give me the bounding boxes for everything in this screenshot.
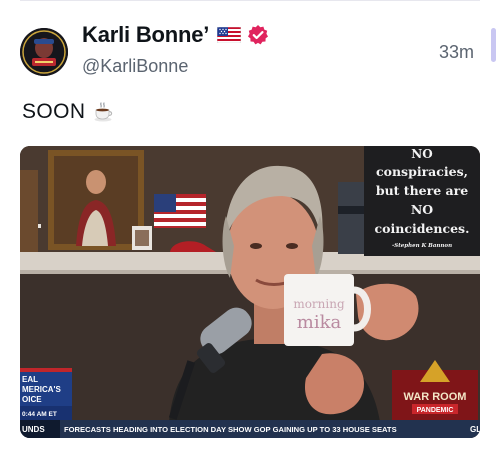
author-name[interactable]: Karli Bonne’ (82, 22, 209, 48)
post-body: SOON (22, 100, 115, 124)
post-media[interactable]: NO conspiracies, but there are NO coinci… (20, 146, 480, 438)
quote-sign: NO conspiracies, but there are NO coinci… (364, 146, 480, 256)
hot-beverage-icon (93, 101, 115, 123)
scrollbar-thumb[interactable] (491, 28, 496, 62)
author-row: Karli Bonne’ (82, 22, 269, 48)
painting-image (48, 150, 144, 250)
badge-line-3: OICE (22, 395, 42, 404)
verified-badge-icon (247, 24, 269, 46)
logo-bottom-text: PANDEMIC (417, 407, 454, 414)
video-frame: NO conspiracies, but there are NO coinci… (20, 146, 480, 438)
sign-line-5: coincidences. (375, 221, 470, 236)
sign-line-3: but there are (376, 183, 468, 198)
news-ticker: UNDS FORECASTS HEADING INTO ELECTION DAY… (20, 420, 480, 438)
sign-line-4: NO (411, 202, 433, 217)
sign-attribution: -Stephen K Bannon (392, 243, 452, 249)
logo-top-text: WAR ROOM (404, 391, 467, 403)
badge-time: 0:44 AM ET (22, 411, 57, 418)
post-text: SOON (22, 100, 86, 123)
network-badge: EAL MERICA'S OICE 0:44 AM ET (20, 368, 72, 420)
badge-line-2: MERICA'S (22, 385, 61, 394)
ticker-right: GL (470, 425, 480, 434)
ticker-text: FORECASTS HEADING INTO ELECTION DAY SHOW… (64, 425, 397, 434)
us-flag-icon (216, 26, 242, 44)
author-handle[interactable]: @KarliBonne (82, 56, 188, 77)
avatar[interactable] (20, 28, 68, 76)
sign-line-2: conspiracies, (376, 164, 468, 179)
badge-line-1: EAL (22, 375, 38, 384)
post-timestamp[interactable]: 33m (439, 42, 474, 63)
us-flag-decor (154, 194, 206, 228)
top-divider (20, 0, 480, 1)
sign-line-1: NO (411, 147, 432, 161)
mug-line-2: mika (297, 312, 342, 333)
avatar-image (20, 28, 68, 76)
ticker-left: UNDS (22, 425, 45, 434)
mug-line-1: morning (293, 297, 345, 311)
